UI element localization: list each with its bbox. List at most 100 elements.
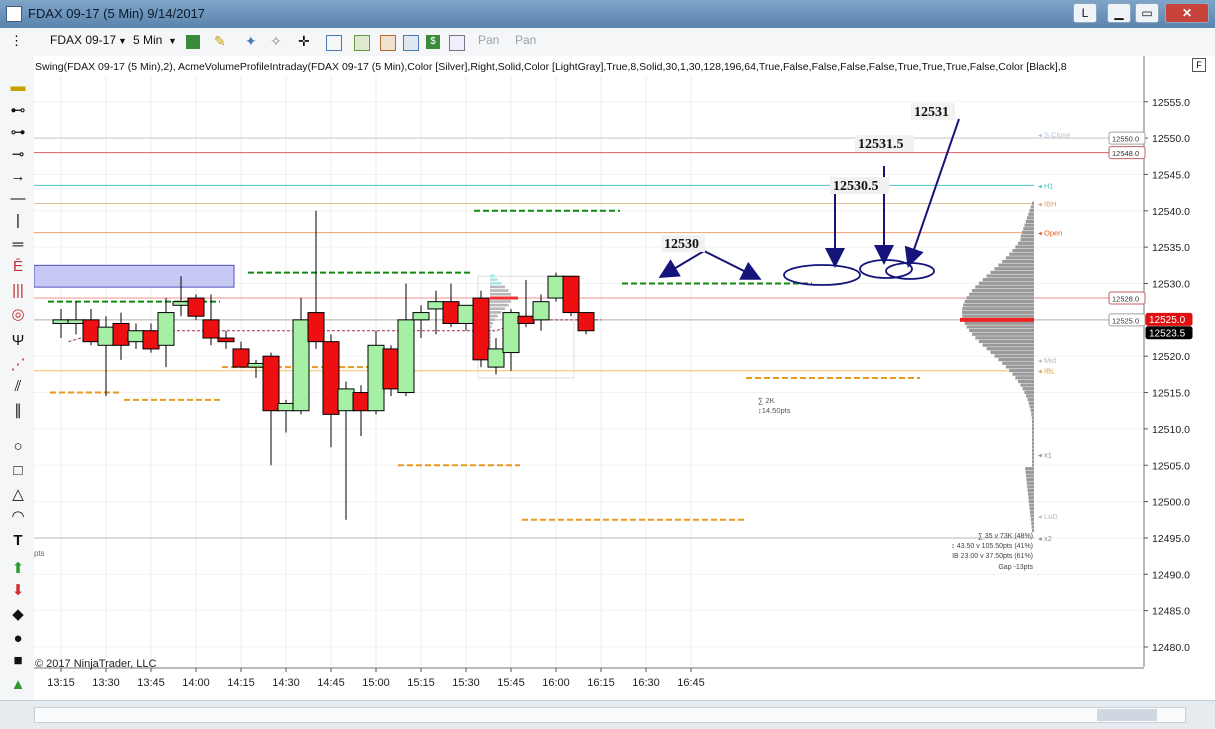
candle-body[interactable] (202, 319, 220, 339)
candle-body[interactable] (232, 348, 250, 368)
indicators-icon[interactable] (354, 35, 370, 51)
candle-body[interactable] (547, 275, 565, 299)
annotation-price-label[interactable]: 12531.5 (858, 137, 904, 152)
pan-button-2[interactable]: Pan (515, 33, 536, 47)
horizontal-scrollbar[interactable] (0, 700, 1215, 729)
parallel-lines-icon[interactable]: ∥ (9, 402, 27, 420)
candle-body[interactable] (562, 275, 580, 314)
vertical-line-icon[interactable]: | (9, 212, 27, 230)
profile-bar (1028, 499, 1034, 503)
candle-body[interactable] (367, 344, 385, 412)
triangle-icon[interactable]: △ (9, 486, 27, 504)
candle-body[interactable] (457, 304, 475, 324)
line-icon[interactable]: ⊶ (9, 124, 27, 142)
candle-body[interactable] (472, 297, 490, 361)
candle-body[interactable] (172, 301, 190, 306)
candle-body[interactable] (382, 348, 400, 390)
candle-body[interactable] (502, 312, 520, 354)
mini-profile-bar (490, 336, 491, 340)
candle-body[interactable] (142, 330, 160, 350)
candle-body[interactable] (322, 341, 340, 415)
dot-icon[interactable]: ● (9, 630, 27, 648)
annotation-price-label[interactable]: 12530 (664, 237, 699, 252)
risk-reward-icon[interactable]: ⊷ (9, 102, 27, 120)
arrow-line-icon[interactable]: → (9, 168, 27, 186)
link-button[interactable]: L (1073, 3, 1097, 23)
triangle-up-icon[interactable]: ▲ (9, 676, 27, 694)
bar-type-icon[interactable] (186, 35, 200, 49)
arrow-down-icon[interactable]: ⬇ (9, 582, 27, 600)
pan-button[interactable]: Pan (478, 33, 499, 47)
candle-body[interactable] (427, 301, 445, 310)
maximize-button[interactable]: ▭ (1135, 3, 1159, 23)
candle-body[interactable] (52, 319, 70, 324)
candle-body[interactable] (157, 312, 175, 346)
price-chart[interactable]: ◂ S.Close◂ H1◂ IBH◂ Open◂ Mid◂ IBL◂ x1◂ LoD◂ x2 1… (34, 56, 1215, 700)
square-icon[interactable]: ■ (9, 652, 27, 670)
candle-body[interactable] (442, 301, 460, 324)
candle-body[interactable] (487, 348, 505, 368)
annotation-price-label[interactable]: 12531 (914, 105, 949, 120)
candle-body[interactable] (352, 392, 370, 412)
horizontal-line-icon[interactable]: — (9, 190, 27, 208)
andrews-pitchfork-icon[interactable]: Ψ (9, 332, 27, 350)
gann-fan-icon[interactable]: ⋰ (9, 356, 27, 374)
candle-body[interactable] (67, 319, 85, 324)
scroll-track[interactable] (34, 707, 1186, 723)
candle-body[interactable] (337, 388, 355, 412)
fibonacci-extension-icon[interactable]: Ē (9, 258, 27, 276)
regression-channel-icon[interactable]: ⫽ (9, 378, 27, 396)
corner-f-label[interactable]: F (1192, 58, 1206, 72)
profile-bar (1005, 365, 1034, 369)
ray-icon[interactable]: ⊸ (9, 146, 27, 164)
scroll-thumb[interactable] (1097, 709, 1157, 721)
chart-properties-icon[interactable] (403, 35, 419, 51)
draw-tools-icon[interactable]: ✦ (245, 33, 259, 49)
diamond-icon[interactable]: ◆ (9, 606, 27, 624)
pin-icon[interactable]: ✧ (270, 33, 284, 49)
fibonacci-circle-icon[interactable]: ◎ (9, 306, 27, 324)
candle-body[interactable] (127, 330, 145, 343)
candle-body[interactable] (307, 312, 325, 343)
channel-icon[interactable]: ═ (9, 236, 27, 254)
data-box-icon[interactable] (449, 35, 465, 51)
rectangle-icon[interactable]: □ (9, 462, 27, 480)
candle-body[interactable] (397, 319, 415, 394)
candle-body[interactable] (412, 312, 430, 321)
strategies-icon[interactable] (380, 35, 396, 51)
zoom-icon[interactable] (326, 35, 342, 51)
arc-icon[interactable]: ◠ (9, 508, 27, 526)
close-button[interactable]: ✕ (1165, 3, 1209, 23)
interval-selector[interactable]: 5 Min (133, 33, 162, 47)
candle-body[interactable] (187, 297, 205, 317)
chevron-down-icon[interactable]: ▼ (118, 36, 127, 46)
candle-body[interactable] (112, 322, 130, 346)
ellipse-icon[interactable]: ○ (9, 438, 27, 456)
pencil-icon[interactable]: ✎ (214, 33, 228, 49)
mini-profile-bar (490, 311, 502, 314)
candle-body[interactable] (532, 301, 550, 321)
chevron-down-icon[interactable]: ▼ (168, 36, 177, 46)
candle-body[interactable] (277, 402, 295, 412)
candle-body[interactable] (517, 315, 535, 324)
annotation-price-label[interactable]: 12530.5 (833, 179, 879, 194)
price-tick-label: 12515.0 (1152, 388, 1190, 400)
text-icon[interactable]: T (9, 532, 27, 550)
arrow-up-icon[interactable]: ⬆ (9, 560, 27, 578)
dollar-icon[interactable]: $ (426, 35, 440, 49)
candle-body[interactable] (247, 362, 265, 368)
ruler-icon[interactable]: ▬ (9, 78, 27, 96)
candle-body[interactable] (217, 337, 235, 343)
candle-body[interactable] (82, 319, 100, 343)
candle-body[interactable] (577, 312, 595, 332)
minimize-button[interactable]: ▁ (1107, 3, 1131, 23)
value-area-rect[interactable] (34, 264, 235, 288)
candle-body[interactable] (262, 355, 280, 412)
fibonacci-retracement-icon[interactable]: ||| (9, 282, 27, 300)
instrument-selector[interactable]: FDAX 09-17 (50, 33, 116, 47)
candle-body[interactable] (97, 326, 115, 346)
profile-bar (1025, 219, 1034, 224)
chart-panel[interactable]: ◂ S.Close ◂ H1 ◂ IBH ◂ Open ◂ Mid ◂ IBL ◂ x1 ◂ LoD ◂ x2 1… (34, 56, 1215, 700)
crosshair-icon[interactable]: ✛ (298, 33, 312, 49)
candle-body[interactable] (292, 319, 310, 412)
